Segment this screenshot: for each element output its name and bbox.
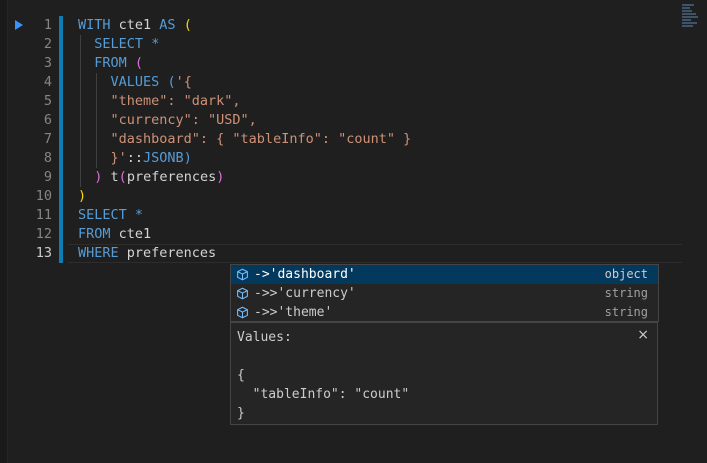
code-token: SELECT — [94, 36, 144, 52]
code-token: cte1 — [110, 226, 152, 242]
line-number-gutter: 1 2 3 4 5 6 7 8 9 10 11 12 13 — [8, 16, 52, 263]
code-line[interactable]: VALUES ('{ — [78, 73, 678, 92]
code-token: AS — [159, 17, 176, 33]
autocomplete-label: ->'dashboard' — [254, 267, 356, 282]
code-line[interactable]: SELECT * — [78, 35, 678, 54]
code-token: WITH — [78, 17, 111, 33]
code-token: ) — [78, 188, 87, 204]
code-token: VALUES — [110, 74, 160, 90]
close-icon[interactable]: × — [637, 327, 649, 343]
cube-icon — [237, 268, 248, 281]
indent-guide — [80, 73, 81, 92]
line-number: 5 — [43, 93, 52, 109]
code-line[interactable]: "dashboard": { "tableInfo": "count" } — [78, 130, 678, 149]
line-number: 12 — [35, 226, 52, 242]
code-line[interactable]: }'::JSONB) — [78, 149, 678, 168]
indent-guide — [80, 54, 81, 73]
autocomplete-type: string — [604, 305, 648, 319]
autocomplete-label: ->>'theme' — [254, 305, 333, 320]
line-number: 8 — [43, 150, 52, 166]
code-token: SELECT — [78, 207, 127, 223]
code-area[interactable]: WITH cte1 AS ( SELECT * FROM ( VALUES ('… — [78, 16, 678, 263]
code-token: preferences — [118, 245, 217, 261]
line-number: 2 — [43, 36, 52, 52]
code-token: ( — [134, 55, 144, 71]
indent-guide — [80, 149, 81, 168]
autocomplete-type: string — [604, 286, 648, 300]
code-line[interactable]: SELECT * — [78, 206, 678, 225]
details-title: Values: — [237, 330, 292, 345]
indent-guide — [80, 35, 81, 54]
indent-guide — [80, 130, 81, 149]
indent-guide — [96, 73, 98, 92]
cube-icon — [237, 306, 248, 319]
code-line[interactable]: ) t(preferences) — [78, 168, 678, 187]
code-token: JSONB — [143, 150, 184, 166]
code-line[interactable]: WITH cte1 AS ( — [78, 16, 678, 35]
code-token: ) — [183, 150, 192, 166]
code-token: ( — [167, 74, 176, 90]
line-number: 3 — [43, 55, 52, 71]
minimap[interactable] — [682, 4, 706, 34]
code-token: FROM — [78, 226, 111, 242]
code-token: "dashboard": { "tableInfo": "count" } — [78, 131, 412, 147]
suggestion-details-panel: Values: × { "tableInfo": "count" } — [230, 322, 658, 425]
code-line[interactable]: ) — [78, 187, 678, 206]
cube-icon — [237, 287, 248, 300]
line-number: 10 — [35, 188, 52, 204]
code-line[interactable]: FROM cte1 — [78, 225, 678, 244]
code-token: ( — [183, 17, 192, 33]
indent-guide — [96, 130, 98, 149]
indent-guide — [80, 92, 81, 111]
query-selection-bar — [59, 16, 63, 263]
code-line[interactable]: "currency": "USD", — [78, 111, 678, 130]
code-token: "currency": "USD", — [78, 112, 257, 128]
line-number: 13 — [35, 245, 52, 261]
indent-guide — [80, 168, 81, 187]
indent-guide — [96, 92, 98, 111]
autocomplete-label: ->>'currency' — [254, 286, 356, 301]
details-json-value: { "tableInfo": "count" } — [237, 368, 410, 421]
line-number: 4 — [43, 74, 52, 90]
code-token: '{ — [175, 74, 192, 90]
autocomplete-list[interactable]: ->'dashboard' object ->>'currency' string ->… — [230, 264, 659, 322]
autocomplete-item[interactable]: ->>'theme' string — [231, 303, 658, 322]
autocomplete-item[interactable]: ->>'currency' string — [231, 284, 658, 303]
code-line[interactable]: "theme": "dark", — [78, 92, 678, 111]
code-token: t — [102, 169, 119, 185]
code-line[interactable]: FROM ( — [78, 54, 678, 73]
code-token: preferences — [126, 169, 217, 185]
indent-guide — [96, 149, 98, 168]
code-token: :: — [126, 150, 144, 166]
code-line[interactable]: WHERE preferences — [78, 244, 678, 263]
code-token: cte1 — [110, 17, 160, 33]
code-token: * — [134, 207, 144, 223]
code-token: * — [151, 36, 160, 52]
activity-strip — [0, 0, 8, 463]
code-token: ( — [118, 169, 127, 185]
code-token: ) — [216, 169, 225, 185]
line-number: 6 — [43, 112, 52, 128]
indent-guide — [96, 111, 98, 130]
line-number: 1 — [43, 17, 52, 33]
autocomplete-item[interactable]: ->'dashboard' object — [231, 265, 658, 284]
code-token: FROM — [94, 55, 127, 71]
code-token: WHERE — [78, 245, 119, 261]
line-number: 9 — [43, 169, 52, 185]
code-token: "theme": "dark", — [78, 93, 241, 109]
line-number: 11 — [35, 207, 52, 223]
autocomplete-type: object — [604, 267, 648, 281]
line-number: 7 — [43, 131, 52, 147]
indent-guide — [80, 111, 81, 130]
code-token: }' — [78, 150, 127, 166]
